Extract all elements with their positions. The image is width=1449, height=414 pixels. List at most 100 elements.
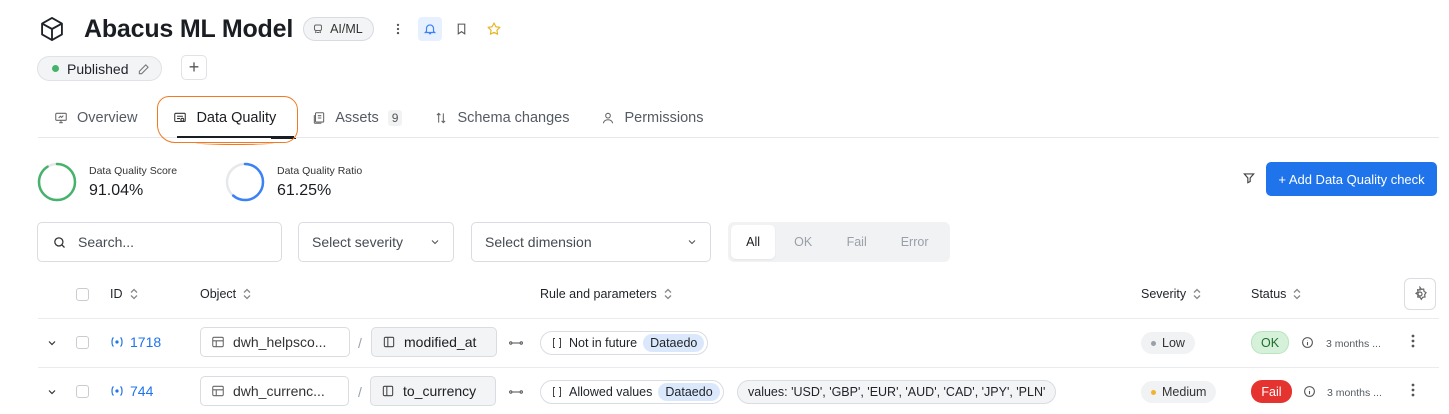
domain-tag-label: AI/ML: [330, 22, 363, 36]
rule-chip[interactable]: Not in future Dataedo: [540, 331, 709, 355]
column-header-id[interactable]: ID: [110, 286, 139, 302]
last-run-time: 3 months ...: [1327, 387, 1382, 399]
tab-assets[interactable]: Assets 9: [296, 98, 418, 138]
column-name: modified_at: [404, 334, 477, 350]
status-ok-badge: OK: [1251, 331, 1289, 354]
check-id: 1718: [130, 334, 162, 350]
status-label: Published: [67, 60, 129, 77]
score-label: Data Quality Score: [89, 164, 178, 177]
add-data-quality-check-button[interactable]: + Add Data Quality check: [1266, 162, 1437, 196]
severity-low-dot: [1151, 340, 1156, 346]
tab-schema-changes-label: Schema changes: [457, 110, 570, 126]
ratio-label: Data Quality Ratio: [277, 164, 363, 177]
score-value: 91.04%: [89, 181, 144, 199]
data-quality-icon: [173, 111, 187, 125]
check-type-icon: [110, 385, 124, 397]
tab-overview-label: Overview: [77, 110, 138, 126]
sort-icon: [1292, 288, 1302, 300]
check-id-link[interactable]: 744: [110, 383, 153, 399]
filter-icon[interactable]: [1242, 171, 1256, 185]
segment-error[interactable]: Error: [882, 225, 947, 259]
tab-permissions-label: Permissions: [624, 110, 704, 126]
dimension-select[interactable]: Select dimension: [471, 222, 711, 262]
column-header-id-label: ID: [110, 287, 123, 301]
status-pill[interactable]: Published: [37, 56, 162, 81]
select-all-checkbox[interactable]: [76, 288, 89, 301]
row-more-icon[interactable]: [1408, 334, 1418, 348]
tab-overview[interactable]: Overview: [38, 98, 153, 138]
column-chip[interactable]: to_currency: [370, 376, 496, 406]
column-header-status-label: Status: [1251, 287, 1287, 301]
tab-data-quality-label: Data Quality: [196, 110, 277, 126]
sort-icon: [242, 288, 252, 300]
rule-brackets-icon: [551, 337, 563, 349]
user-icon: [601, 111, 615, 125]
expand-chevron-icon[interactable]: [46, 386, 58, 398]
severity-label: Low: [1162, 336, 1185, 350]
severity-medium-dot: [1151, 389, 1156, 395]
page-title: Abacus ML Model: [84, 14, 294, 43]
star-icon[interactable]: [482, 17, 506, 41]
info-icon[interactable]: [1303, 385, 1316, 398]
monitor-icon: [54, 111, 68, 125]
severity-select-label: Select severity: [312, 234, 404, 250]
column-header-object[interactable]: Object: [200, 286, 252, 302]
rule-source-tag: Dataedo: [643, 334, 705, 352]
object-name: dwh_helpsco...: [233, 334, 327, 350]
tab-permissions[interactable]: Permissions: [585, 98, 719, 138]
severity-label: Medium: [1162, 385, 1207, 399]
published-dot: [52, 65, 59, 72]
rule-parameters-chip[interactable]: values: 'USD', 'GBP', 'EUR', 'AUD', 'CAD…: [737, 380, 1057, 404]
severity-badge: Low: [1141, 332, 1195, 354]
row-more-icon[interactable]: [1408, 383, 1418, 397]
title-row: Abacus ML Model AI/ML: [38, 12, 506, 46]
rule-chip[interactable]: Allowed values Dataedo: [540, 380, 724, 404]
arrows-icon: [434, 111, 448, 125]
table-icon: [211, 335, 225, 349]
status-segmented-control: All OK Fail Error: [728, 222, 950, 262]
info-icon[interactable]: [1301, 336, 1314, 349]
tab-bar: Overview Data Quality Assets 9 Schema ch…: [38, 98, 719, 139]
quality-score-metric: Data Quality Score 91.04%: [37, 162, 177, 202]
bell-icon[interactable]: [417, 17, 442, 41]
column-settings-gear-icon[interactable]: [1404, 278, 1436, 310]
rule-name: Allowed values: [569, 385, 653, 399]
segment-ok[interactable]: OK: [775, 225, 831, 259]
ratio-value: 61.25%: [277, 181, 332, 199]
tab-data-quality[interactable]: Data Quality: [153, 98, 297, 139]
domain-tag[interactable]: AI/ML: [303, 17, 374, 41]
object-name: dwh_currenc...: [233, 383, 325, 399]
chevron-down-icon: [686, 236, 698, 248]
tab-assets-label: Assets: [335, 110, 379, 126]
column-header-rule-label: Rule and parameters: [540, 287, 657, 301]
search-input[interactable]: [78, 234, 248, 250]
sort-icon: [1192, 288, 1202, 300]
highlight-underline: [196, 141, 274, 145]
chevron-down-icon: [429, 236, 441, 248]
object-chip[interactable]: dwh_helpsco...: [200, 327, 350, 357]
column-header-status[interactable]: Status: [1251, 286, 1302, 302]
ratio-ring: [225, 162, 265, 202]
edit-icon[interactable]: [137, 62, 151, 76]
severity-badge: Medium: [1141, 381, 1217, 403]
severity-select[interactable]: Select severity: [298, 222, 454, 262]
object-chip[interactable]: dwh_currenc...: [200, 376, 349, 406]
segment-all[interactable]: All: [731, 225, 776, 259]
rule-brackets-icon: [551, 386, 563, 398]
row-checkbox[interactable]: [76, 336, 89, 349]
column-header-severity[interactable]: Severity: [1141, 286, 1202, 302]
row-checkbox[interactable]: [76, 385, 89, 398]
more-vertical-icon[interactable]: [386, 17, 410, 41]
column-chip[interactable]: modified_at: [371, 327, 497, 357]
tab-schema-changes[interactable]: Schema changes: [418, 98, 585, 138]
search-box[interactable]: [37, 222, 282, 262]
expand-chevron-icon[interactable]: [46, 337, 58, 349]
segment-fail[interactable]: Fail: [831, 225, 882, 259]
row-divider: [38, 367, 1439, 368]
path-separator: /: [358, 335, 362, 351]
check-id-link[interactable]: 1718: [110, 334, 161, 350]
status-fail-badge: Fail: [1251, 380, 1292, 403]
bookmark-icon[interactable]: [450, 17, 474, 41]
column-header-rule[interactable]: Rule and parameters: [540, 286, 673, 302]
add-tag-button[interactable]: +: [181, 55, 207, 80]
